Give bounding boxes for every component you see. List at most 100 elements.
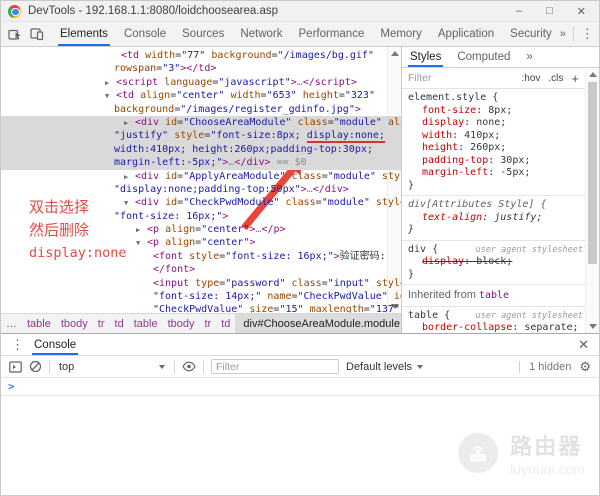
dom-tree-row[interactable]: ▼<div id="CheckPwdModule" class="module"… xyxy=(1,196,401,209)
main-menu-icon[interactable]: ⋮ xyxy=(581,26,594,42)
tab-console[interactable]: Console xyxy=(116,22,174,46)
dom-tree-row[interactable]: "font-size: 14px;" name="CheckPwdValue" … xyxy=(1,290,401,303)
tab-elements[interactable]: Elements xyxy=(52,22,116,46)
dom-tree-row[interactable]: </font> xyxy=(1,263,401,276)
console-output-area: 路由器 luyouqi.com xyxy=(1,396,599,496)
css-property[interactable]: border-collapse: separate; xyxy=(408,322,583,333)
context-selector[interactable]: top xyxy=(57,361,167,373)
property-value: 260px; xyxy=(470,142,506,153)
rule-selector[interactable]: table { xyxy=(408,310,450,323)
inspect-element-icon[interactable] xyxy=(8,27,22,41)
twisty-expanded-icon[interactable]: ▼ xyxy=(105,90,109,103)
css-property[interactable]: display: block; xyxy=(408,256,583,269)
breadcrumb-item[interactable]: table xyxy=(129,314,163,333)
dom-tree-row[interactable]: <td width="77" background="/images/bg.gi… xyxy=(1,49,401,62)
dom-tree-row[interactable]: ▶<p align="center">…</p> xyxy=(1,223,401,236)
tab-network[interactable]: Network xyxy=(232,22,290,46)
close-drawer-icon[interactable]: ✕ xyxy=(568,334,599,355)
twisty-collapsed-icon[interactable]: ▶ xyxy=(136,224,140,237)
dom-tree-row[interactable]: ▶<script language="javascript">…</script… xyxy=(1,76,401,89)
tab-application[interactable]: Application xyxy=(430,22,502,46)
console-filter-input[interactable] xyxy=(211,359,339,374)
breadcrumb-item[interactable]: td xyxy=(110,314,129,333)
console-drawer: ⋮ Console ✕ top Default levels xyxy=(1,333,599,396)
dom-tree-row[interactable]: <font style="font-size: 16px;">验证密码: xyxy=(1,250,401,263)
css-property[interactable]: height: 260px; xyxy=(408,142,583,155)
console-sidebar-icon[interactable] xyxy=(9,361,22,373)
dom-tree-row[interactable]: background="/images/register_gdinfo.jpg"… xyxy=(1,103,401,116)
panel-tabs: ElementsConsoleSourcesNetworkPerformance… xyxy=(52,22,560,46)
rule-selector[interactable]: div[Attributes Style] { xyxy=(408,199,546,212)
console-settings-icon[interactable]: ⚙ xyxy=(579,359,591,375)
breadcrumb-item[interactable]: tr xyxy=(199,314,216,333)
dom-tree-row[interactable]: "display:none;padding-top:50px">…</div> xyxy=(1,183,401,196)
dom-tree-row[interactable]: <input type="password" class="input" sty… xyxy=(1,277,401,290)
watermark-cn-text: 路由器 xyxy=(510,429,585,461)
css-property[interactable]: width: 410px; xyxy=(408,130,583,143)
twisty-expanded-icon[interactable]: ▼ xyxy=(124,197,128,210)
css-property[interactable]: font-size: 8px; xyxy=(408,105,583,118)
rule-selector[interactable]: element.style { xyxy=(408,92,498,105)
new-style-rule-button[interactable]: + xyxy=(571,71,579,86)
dom-tree-row[interactable]: "justify" style="font-size:8px; display:… xyxy=(1,129,401,142)
tab-sources[interactable]: Sources xyxy=(174,22,232,46)
scroll-down-icon[interactable] xyxy=(589,324,597,329)
tab-security[interactable]: Security xyxy=(502,22,560,46)
more-tabs-icon[interactable]: » xyxy=(560,28,566,40)
breadcrumb-item-selected[interactable]: div#ChooseAreaModule.module xyxy=(235,314,401,333)
dom-tree-row[interactable]: ▶<div id="ChooseAreaModule" class="modul… xyxy=(1,116,401,129)
rule-selector[interactable]: div { xyxy=(408,244,438,257)
toggle-classes-button[interactable]: .cls xyxy=(548,73,563,84)
breadcrumb-item[interactable]: … xyxy=(1,314,22,333)
eye-icon[interactable] xyxy=(182,361,196,372)
dom-tree-row[interactable]: ▼<p align="center"> xyxy=(1,236,401,249)
log-levels-dropdown[interactable]: Default levels xyxy=(346,361,423,373)
css-property[interactable]: padding-top: 30px; xyxy=(408,155,583,168)
styles-tab-computed[interactable]: Computed xyxy=(449,47,518,67)
css-property[interactable]: margin-left: -5px; xyxy=(408,167,583,180)
clear-console-icon[interactable] xyxy=(29,360,42,373)
dom-tree-row[interactable]: margin-left:-5px;">…</div> == $0 xyxy=(1,156,401,169)
twisty-collapsed-icon[interactable]: ▶ xyxy=(124,171,128,184)
drawer-menu-icon[interactable]: ⋮ xyxy=(1,334,32,355)
property-value: 8px; xyxy=(488,105,512,116)
property-value: block; xyxy=(476,256,512,267)
toggle-hover-button[interactable]: :hov xyxy=(522,73,541,84)
breadcrumb-item[interactable]: table xyxy=(22,314,56,333)
breadcrumb-item[interactable]: tbody xyxy=(163,314,200,333)
breadcrumb-item[interactable]: tbody xyxy=(56,314,93,333)
css-property[interactable]: text-align: justify; xyxy=(408,212,583,225)
breadcrumb-item[interactable]: td xyxy=(216,314,235,333)
dom-tree-row[interactable]: "font-size: 16px;"> xyxy=(1,210,401,223)
scrollbar-thumb[interactable] xyxy=(588,82,597,264)
dom-tree-row[interactable]: "CheckPwdValue" size="15" maxlength="137… xyxy=(1,303,401,313)
styles-tab-styles[interactable]: Styles xyxy=(402,47,449,67)
twisty-expanded-icon[interactable]: ▼ xyxy=(136,237,140,250)
css-property[interactable]: display: none; xyxy=(408,117,583,130)
rule-selector-line: table {user agent stylesheet xyxy=(408,310,583,323)
dom-tree-row[interactable]: ▼<td align="center" width="653" height="… xyxy=(1,89,401,102)
minimize-button[interactable]: – xyxy=(516,5,522,17)
styles-scrollbar[interactable] xyxy=(585,68,599,333)
console-prompt[interactable]: > xyxy=(1,378,599,396)
dom-tree-row[interactable]: width:410px; height:260px;padding-top:30… xyxy=(1,143,401,156)
styles-more-tabs-icon[interactable]: » xyxy=(518,47,540,67)
console-tab[interactable]: Console xyxy=(32,334,78,355)
twisty-collapsed-icon[interactable]: ▶ xyxy=(105,77,109,90)
tab-memory[interactable]: Memory xyxy=(372,22,430,46)
style-rule: element.style {font-size: 8px;display: n… xyxy=(402,89,585,196)
twisty-collapsed-icon[interactable]: ▶ xyxy=(124,117,128,130)
rule-close-brace: } xyxy=(408,180,583,193)
dom-tree-row[interactable]: rowspan="3"></td> xyxy=(1,62,401,75)
maximize-button[interactable]: □ xyxy=(546,5,553,17)
property-value: 30px; xyxy=(500,155,530,166)
close-window-button[interactable]: ✕ xyxy=(577,5,586,18)
inherited-tag-link[interactable]: table xyxy=(479,290,509,301)
styles-filter-input[interactable] xyxy=(408,72,486,84)
tab-performance[interactable]: Performance xyxy=(291,22,373,46)
separator xyxy=(49,360,50,374)
device-toolbar-icon[interactable] xyxy=(30,27,44,41)
dom-tree-row[interactable]: ▶<div id="ApplyAreaModule" class="module… xyxy=(1,170,401,183)
scroll-up-icon[interactable] xyxy=(589,72,597,77)
breadcrumb-item[interactable]: tr xyxy=(93,314,110,333)
